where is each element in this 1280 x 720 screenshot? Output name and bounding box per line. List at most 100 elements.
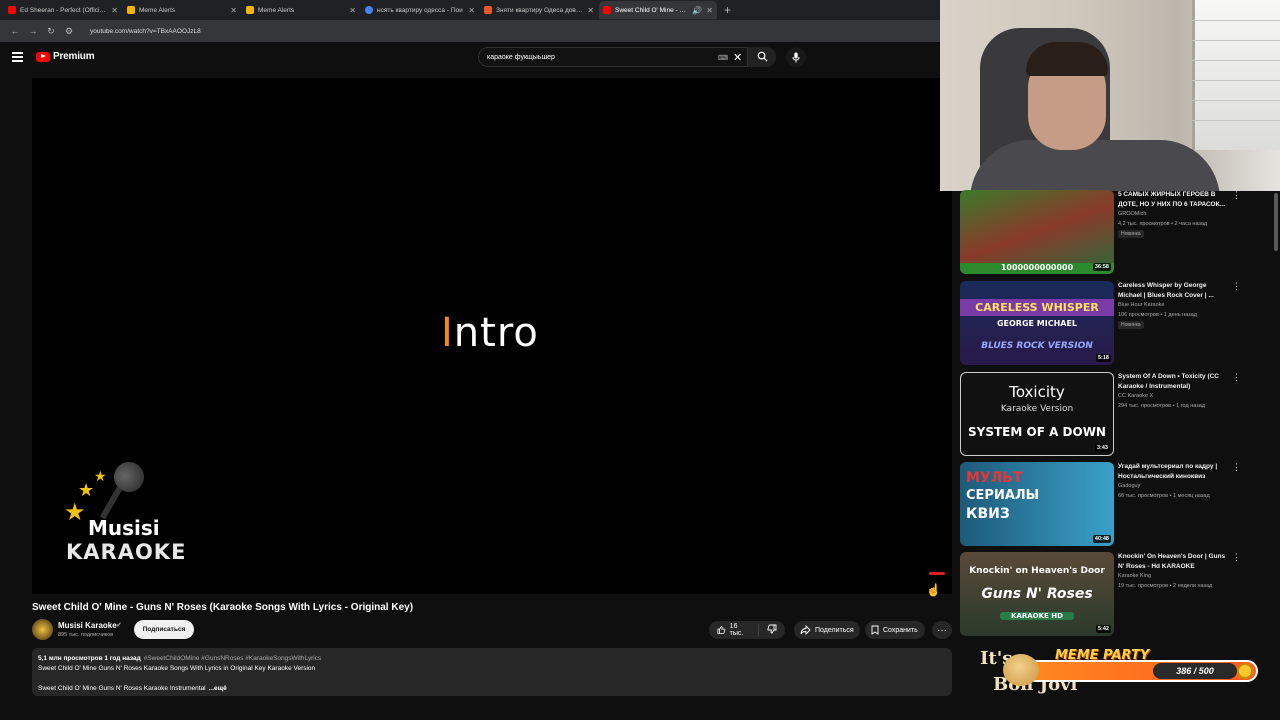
browser-tab-active[interactable]: Sweet Child O' Mine - Gun 🔊 ✕ [599,1,717,19]
progress-marker[interactable] [929,572,945,575]
star-icon: ★ [94,468,107,484]
thumbs-down-icon [767,624,777,634]
browser-tab[interactable]: Meme Alerts ✕ [123,1,241,19]
video-thumbnail[interactable]: Toxicity Karaoke Version SYSTEM OF A DOW… [960,372,1114,456]
voice-search-button[interactable] [786,47,806,67]
forward-icon[interactable]: → [24,26,42,36]
subscribe-button[interactable]: Подписаться [134,620,194,639]
blind-slat [1192,40,1280,41]
recommendation-item[interactable]: Toxicity Karaoke Version SYSTEM OF A DOW… [960,372,1250,458]
thumbs-up-icon [717,626,726,634]
url-field[interactable]: youtube.com/watch?v=TBxAAOOJzL8 [90,28,201,35]
duration-badge: 40:48 [1092,535,1111,543]
recommendation-views: 106 просмотров • 1 день назад [1118,312,1197,318]
save-button[interactable]: Сохранить [865,621,925,639]
youtube-logo[interactable]: Premium [36,51,95,62]
browser-tab[interactable]: Зняти квартиру Одеса довгос ✕ [480,1,598,19]
meme-alerts-favicon-icon [246,6,254,14]
close-tab-icon[interactable]: ✕ [706,6,713,15]
recommendation-channel[interactable]: Karaoke King [1118,573,1151,579]
microphone-icon [792,52,800,63]
more-vert-icon[interactable]: ⋮ [1232,190,1241,201]
video-thumbnail[interactable]: 1000000000000 36:58 [960,190,1114,274]
site-info-icon[interactable]: ⚙ [60,26,78,37]
recommendation-title: Угадай мультсериал по кадру | Ностальгич… [1118,463,1218,480]
view-stats: 5,1 млн просмотров 1 год назад [38,655,141,662]
more-vert-icon[interactable]: ⋮ [1232,281,1241,292]
video-thumbnail[interactable]: Knockin' on Heaven's Door Guns N' Roses … [960,552,1114,636]
recommendation-item[interactable]: Knockin' on Heaven's Door Guns N' Roses … [960,552,1250,638]
lyric-text: ntro [453,310,539,356]
thumbnail-text: Toxicity [1009,383,1065,401]
like-button[interactable]: 16 тыс. [709,623,759,637]
recommendation-channel[interactable]: GROOMich [1118,211,1146,217]
close-tab-icon[interactable]: ✕ [111,6,118,15]
like-count: 16 тыс. [729,623,744,637]
recommendation-item[interactable]: 1000000000000 36:58 5 САМЫХ ЖИРНЫХ ГЕРОЕ… [960,190,1250,276]
speaker-icon[interactable]: 🔊 [692,6,702,15]
subscriber-count: 895 тыс. подписчиков [58,632,114,638]
channel-name[interactable]: Musisi Karaoke [58,621,117,630]
description-line-text: Sweet Child O' Mine Guns N' Roses Karaok… [38,685,206,692]
duration-badge: 5:42 [1095,625,1111,633]
browser-tab[interactable]: нсять квартиру одесса - Пои ✕ [361,1,479,19]
video-description[interactable]: 5,1 млн просмотров 1 год назад #SweetChil… [32,648,952,696]
more-actions-button[interactable]: ··· [932,621,952,639]
streamer-hair [1026,42,1108,76]
recommendation-item[interactable]: CARELESS WHISPER GEORGE MICHAEL BLUES RO… [960,281,1250,367]
browser-tab[interactable]: Meme Alerts ✕ [242,1,360,19]
close-tab-icon[interactable]: ✕ [349,6,356,15]
tab-title: Meme Alerts [258,6,295,14]
dislike-button[interactable] [759,624,785,636]
video-thumbnail[interactable]: МУЛЬТ СЕРИАЛЫ КВИЗ 40:48 [960,462,1114,546]
thumbnail-subtext: Karaoke Version [1000,404,1074,414]
recommendation-item[interactable]: МУЛЬТ СЕРИАЛЫ КВИЗ 40:48 Угадай мультсер… [960,462,1250,548]
video-thumbnail[interactable]: CARELESS WHISPER GEORGE MICHAEL BLUES RO… [960,281,1114,365]
more-vert-icon[interactable]: ⋮ [1232,372,1241,383]
share-icon [800,625,811,635]
keyboard-icon[interactable]: ⌨ [718,54,728,62]
thumbnail-text: 1000000000000 [960,263,1114,274]
recommendation-channel[interactable]: Blue Hour Karaoke [1118,302,1164,308]
browser-tab-bar: Ed Sheeran - Perfect (Official M ✕ Meme … [0,0,940,20]
verified-icon: ✔ [116,622,122,629]
back-icon[interactable]: ← [6,26,24,36]
new-badge: Новинка [1118,230,1144,238]
coin-icon [1237,663,1253,679]
doge-icon [1003,654,1039,686]
share-button[interactable]: Поделиться [794,621,860,639]
duration-badge: 3:43 [1094,444,1110,452]
menu-icon[interactable] [12,52,23,62]
youtube-header: Premium караоке фукщыьшер ⌨ ✕ [0,42,940,74]
video-player[interactable]: Intro ★ ★ ★ Musisi KARAOKE ☝ [32,78,952,597]
sidebar-scrollbar[interactable] [1274,193,1278,251]
recommendation-channel[interactable]: Gadoguy [1118,483,1140,489]
streamer-body [970,140,1220,191]
more-vert-icon[interactable]: ⋮ [1232,462,1241,473]
close-tab-icon[interactable]: ✕ [468,6,475,15]
recommendation-views: 66 тыс. просмотров • 1 месяц назад [1118,493,1210,499]
browser-tab[interactable]: Ed Sheeran - Perfect (Official M ✕ [4,1,122,19]
hashtags[interactable]: #SweetChildOMine #GunsNRoses #KaraokeSon… [144,655,322,662]
new-tab-button[interactable]: + [724,3,731,17]
tab-title: Ed Sheeran - Perfect (Official M [20,6,108,14]
search-icon [757,51,768,62]
close-tab-icon[interactable]: ✕ [230,6,237,15]
clear-search-icon[interactable]: ✕ [733,51,742,64]
search-input[interactable]: караоке фукщыьшер [478,47,748,67]
logo-line-1: Musisi [88,516,160,540]
more-vert-icon[interactable]: ⋮ [1232,552,1241,563]
youtube-favicon-icon [603,6,611,14]
thumbnail-subtext-2: КВИЗ [966,506,1010,522]
blind-slat [1192,60,1280,61]
close-tab-icon[interactable]: ✕ [587,6,594,15]
reload-icon[interactable]: ↻ [42,26,60,37]
recommendation-channel[interactable]: CC Karaoke X [1118,393,1153,399]
channel-avatar[interactable] [32,619,53,640]
show-more-link[interactable]: ...ещё [209,685,227,692]
search-button[interactable] [748,47,776,67]
tab-title: Sweet Child O' Mine - Gun [615,6,689,14]
screen: Ed Sheeran - Perfect (Official M ✕ Meme … [0,0,1280,720]
logo-line-2: KARAOKE [66,540,187,564]
lyric-highlight: I [441,310,454,356]
